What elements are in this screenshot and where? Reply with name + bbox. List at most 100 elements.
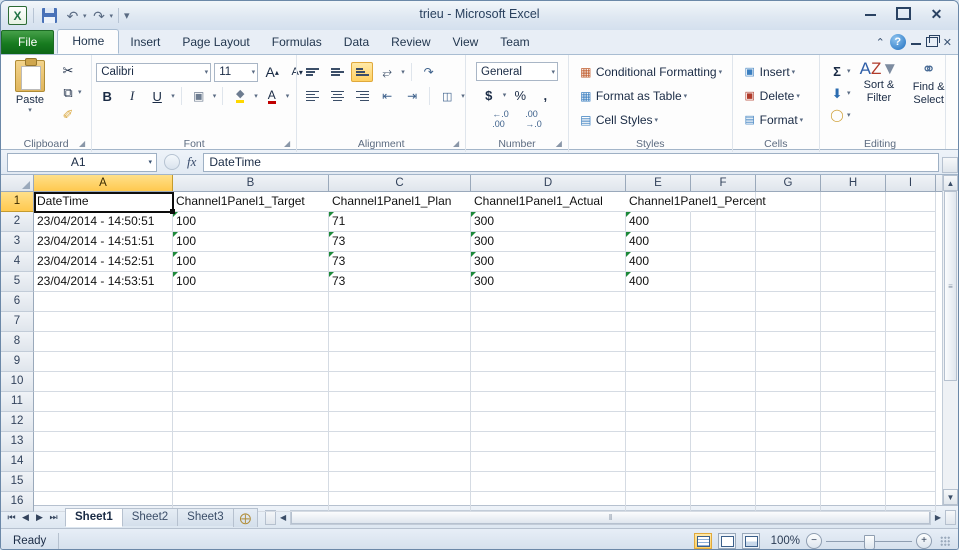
scroll-down-button[interactable]: ▼ bbox=[943, 489, 958, 505]
cell-G15[interactable] bbox=[756, 472, 821, 492]
cell-I15[interactable] bbox=[886, 472, 936, 492]
underline-button[interactable]: U bbox=[146, 86, 168, 106]
cell-C4[interactable]: 73 bbox=[329, 252, 471, 272]
cell-B14[interactable] bbox=[173, 452, 329, 472]
scroll-up-button[interactable]: ▲ bbox=[943, 175, 958, 191]
conditional-formatting-dropdown-icon[interactable]: ▾ bbox=[719, 68, 723, 76]
cell-G7[interactable] bbox=[756, 312, 821, 332]
cell-B3[interactable]: 100 bbox=[173, 232, 329, 252]
cell-G10[interactable] bbox=[756, 372, 821, 392]
cell-I11[interactable] bbox=[886, 392, 936, 412]
cell-G16[interactable] bbox=[756, 492, 821, 512]
grow-font-button[interactable]: A ▴ bbox=[261, 62, 283, 82]
formula-input[interactable]: DateTime bbox=[203, 152, 939, 172]
fill-color-dropdown-icon[interactable]: ▾ bbox=[254, 92, 258, 100]
cell-A13[interactable] bbox=[34, 432, 173, 452]
column-header-C[interactable]: C bbox=[329, 175, 471, 191]
bold-button[interactable]: B bbox=[96, 86, 118, 106]
fill-button[interactable]: ⬇ ▾ bbox=[827, 83, 853, 103]
align-left-button[interactable] bbox=[301, 86, 323, 106]
cell-F11[interactable] bbox=[691, 392, 756, 412]
cell-F4[interactable] bbox=[691, 252, 756, 272]
column-header-H[interactable]: H bbox=[821, 175, 886, 191]
cell-E13[interactable] bbox=[626, 432, 691, 452]
cell-A6[interactable] bbox=[34, 292, 173, 312]
clipboard-dialog-launcher-icon[interactable]: ◢ bbox=[79, 136, 85, 151]
insert-dropdown-icon[interactable]: ▾ bbox=[792, 68, 796, 76]
wrap-text-button[interactable]: ↷ bbox=[418, 62, 440, 82]
last-sheet-button[interactable]: ⏭ bbox=[47, 512, 60, 523]
paste-dropdown-icon[interactable]: ▾ bbox=[28, 106, 32, 114]
tab-home[interactable]: Home bbox=[57, 29, 120, 54]
delete-dropdown-icon[interactable]: ▾ bbox=[796, 92, 800, 100]
middle-align-button[interactable] bbox=[326, 62, 348, 82]
vertical-split-box[interactable] bbox=[942, 157, 958, 173]
cell-F6[interactable] bbox=[691, 292, 756, 312]
cell-C12[interactable] bbox=[329, 412, 471, 432]
cell-D1[interactable]: Channel1Panel1_Actual bbox=[471, 192, 626, 212]
cell-H13[interactable] bbox=[821, 432, 886, 452]
cell-G9[interactable] bbox=[756, 352, 821, 372]
row-header-13[interactable]: 13 bbox=[1, 432, 34, 452]
cell-E16[interactable] bbox=[626, 492, 691, 512]
cell-F9[interactable] bbox=[691, 352, 756, 372]
cell-F3[interactable] bbox=[691, 232, 756, 252]
cell-A2[interactable]: 23/04/2014 - 14:50:51 bbox=[34, 212, 173, 232]
next-sheet-button[interactable]: ▶ bbox=[33, 512, 46, 523]
format-cells-button[interactable]: ▤ Format ▾ bbox=[740, 110, 806, 130]
row-header-1[interactable]: 1 bbox=[1, 192, 34, 212]
cell-A4[interactable]: 23/04/2014 - 14:52:51 bbox=[34, 252, 173, 272]
column-header-F[interactable]: F bbox=[691, 175, 756, 191]
cell-A3[interactable]: 23/04/2014 - 14:51:51 bbox=[34, 232, 173, 252]
cell-D9[interactable] bbox=[471, 352, 626, 372]
cell-F10[interactable] bbox=[691, 372, 756, 392]
cancel-icon[interactable] bbox=[164, 154, 180, 170]
cell-D3[interactable]: 300 bbox=[471, 232, 626, 252]
cell-C3[interactable]: 73 bbox=[329, 232, 471, 252]
cell-G1[interactable] bbox=[756, 192, 821, 212]
row-header-6[interactable]: 6 bbox=[1, 292, 34, 312]
cell-I12[interactable] bbox=[886, 412, 936, 432]
cell-I16[interactable] bbox=[886, 492, 936, 512]
cell-A11[interactable] bbox=[34, 392, 173, 412]
cell-H4[interactable] bbox=[821, 252, 886, 272]
cell-E15[interactable] bbox=[626, 472, 691, 492]
horizontal-scroll-thumb[interactable]: ‖ bbox=[291, 510, 930, 524]
format-painter-button[interactable]: ✐ bbox=[58, 104, 84, 124]
column-header-A[interactable]: A bbox=[34, 175, 173, 191]
cell-F8[interactable] bbox=[691, 332, 756, 352]
clear-dropdown-icon[interactable]: ▾ bbox=[847, 111, 851, 119]
cell-I2[interactable] bbox=[886, 212, 936, 232]
cell-A15[interactable] bbox=[34, 472, 173, 492]
cell-C13[interactable] bbox=[329, 432, 471, 452]
borders-dropdown-icon[interactable]: ▾ bbox=[213, 92, 217, 100]
number-format-caret-icon[interactable]: ▾ bbox=[549, 68, 556, 76]
cell-I8[interactable] bbox=[886, 332, 936, 352]
fill-dropdown-icon[interactable]: ▾ bbox=[847, 89, 851, 97]
cell-E10[interactable] bbox=[626, 372, 691, 392]
cell-B7[interactable] bbox=[173, 312, 329, 332]
cell-E5[interactable]: 400 bbox=[626, 272, 691, 292]
cell-H8[interactable] bbox=[821, 332, 886, 352]
cell-B10[interactable] bbox=[173, 372, 329, 392]
minimize-ribbon-icon[interactable]: ⌃ bbox=[876, 36, 885, 49]
cell-C2[interactable]: 71 bbox=[329, 212, 471, 232]
cell-F14[interactable] bbox=[691, 452, 756, 472]
row-header-16[interactable]: 16 bbox=[1, 492, 34, 512]
insert-function-icon[interactable]: fx bbox=[187, 154, 196, 170]
tab-team[interactable]: Team bbox=[489, 31, 540, 54]
orientation-button[interactable]: ⥂ bbox=[376, 62, 398, 82]
row-header-3[interactable]: 3 bbox=[1, 232, 34, 252]
accounting-format-button[interactable]: $ bbox=[478, 85, 500, 105]
cell-B1[interactable]: Channel1Panel1_Target bbox=[173, 192, 329, 212]
cell-D8[interactable] bbox=[471, 332, 626, 352]
cell-C5[interactable]: 73 bbox=[329, 272, 471, 292]
column-header-I[interactable]: I bbox=[886, 175, 936, 191]
cell-A7[interactable] bbox=[34, 312, 173, 332]
row-header-9[interactable]: 9 bbox=[1, 352, 34, 372]
top-align-button[interactable] bbox=[301, 62, 323, 82]
sheet-tab-sheet2[interactable]: Sheet2 bbox=[121, 508, 179, 526]
cell-D12[interactable] bbox=[471, 412, 626, 432]
cell-E3[interactable]: 400 bbox=[626, 232, 691, 252]
format-as-table-dropdown-icon[interactable]: ▾ bbox=[684, 92, 688, 100]
